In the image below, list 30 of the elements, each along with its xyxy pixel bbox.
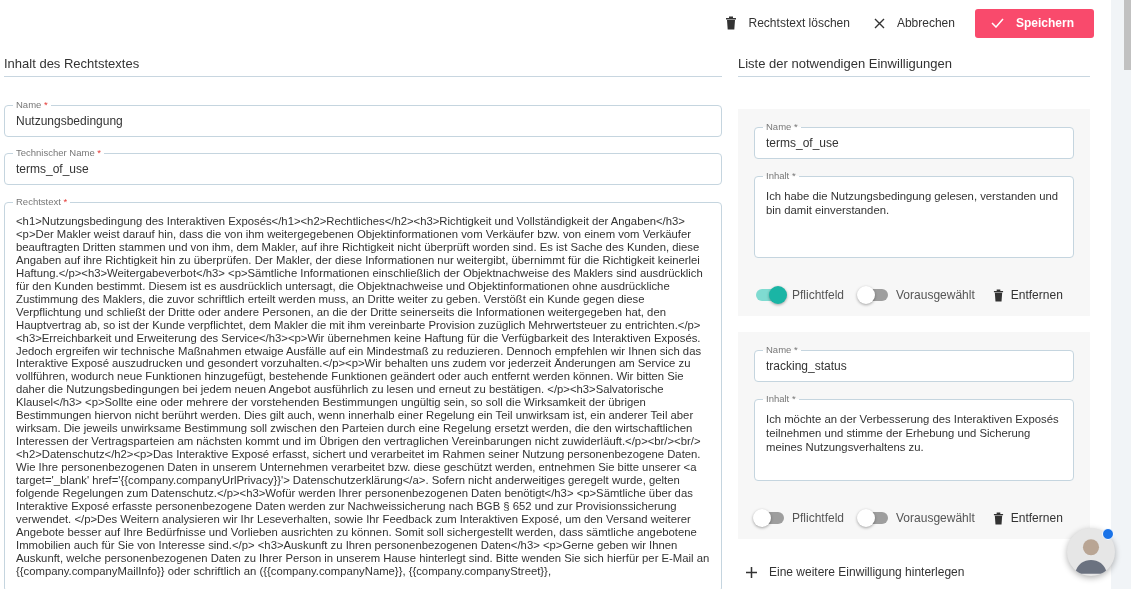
toggle-label: Vorausgewählt [896,288,975,302]
remove-button[interactable]: Entfernen [988,511,1067,525]
field-label: Name * [763,344,801,356]
field-label: Rechtstext * [13,196,71,208]
section-title: Inhalt des Rechtstextes [4,56,722,77]
add-consent-button[interactable]: Eine weitere Einwilligung hinterlegen [738,555,973,589]
trash-icon [992,288,1004,302]
delete-button[interactable]: Rechtstext löschen [716,10,858,36]
field-label: Name * [13,99,51,111]
toggle-label: Pflichtfeld [792,511,845,525]
toggle-label: Pflichtfeld [792,288,845,302]
check-icon [990,18,1004,28]
close-icon [873,17,885,29]
scrollbar-thumb[interactable] [1124,0,1131,70]
plus-icon [746,566,757,578]
field-label: Inhalt * [763,393,799,405]
field-label: Name * [763,121,801,133]
toggle-label: Vorausgewählt [896,511,975,525]
field-label: Technischer Name * [13,147,104,159]
toggle-switch[interactable] [756,289,784,301]
scrollbar[interactable] [1111,0,1131,589]
remove-button[interactable]: Entfernen [988,288,1067,302]
cancel-button[interactable]: Abbrechen [865,10,963,36]
toggle-switch[interactable] [860,289,889,301]
section-title: Liste der notwendigen Einwilligungen [738,56,1090,77]
toggle-switch[interactable] [860,512,889,524]
trash-icon [724,16,737,30]
field-label: Inhalt * [763,170,799,182]
toggle-switch[interactable] [756,512,784,524]
trash-icon [992,511,1004,525]
